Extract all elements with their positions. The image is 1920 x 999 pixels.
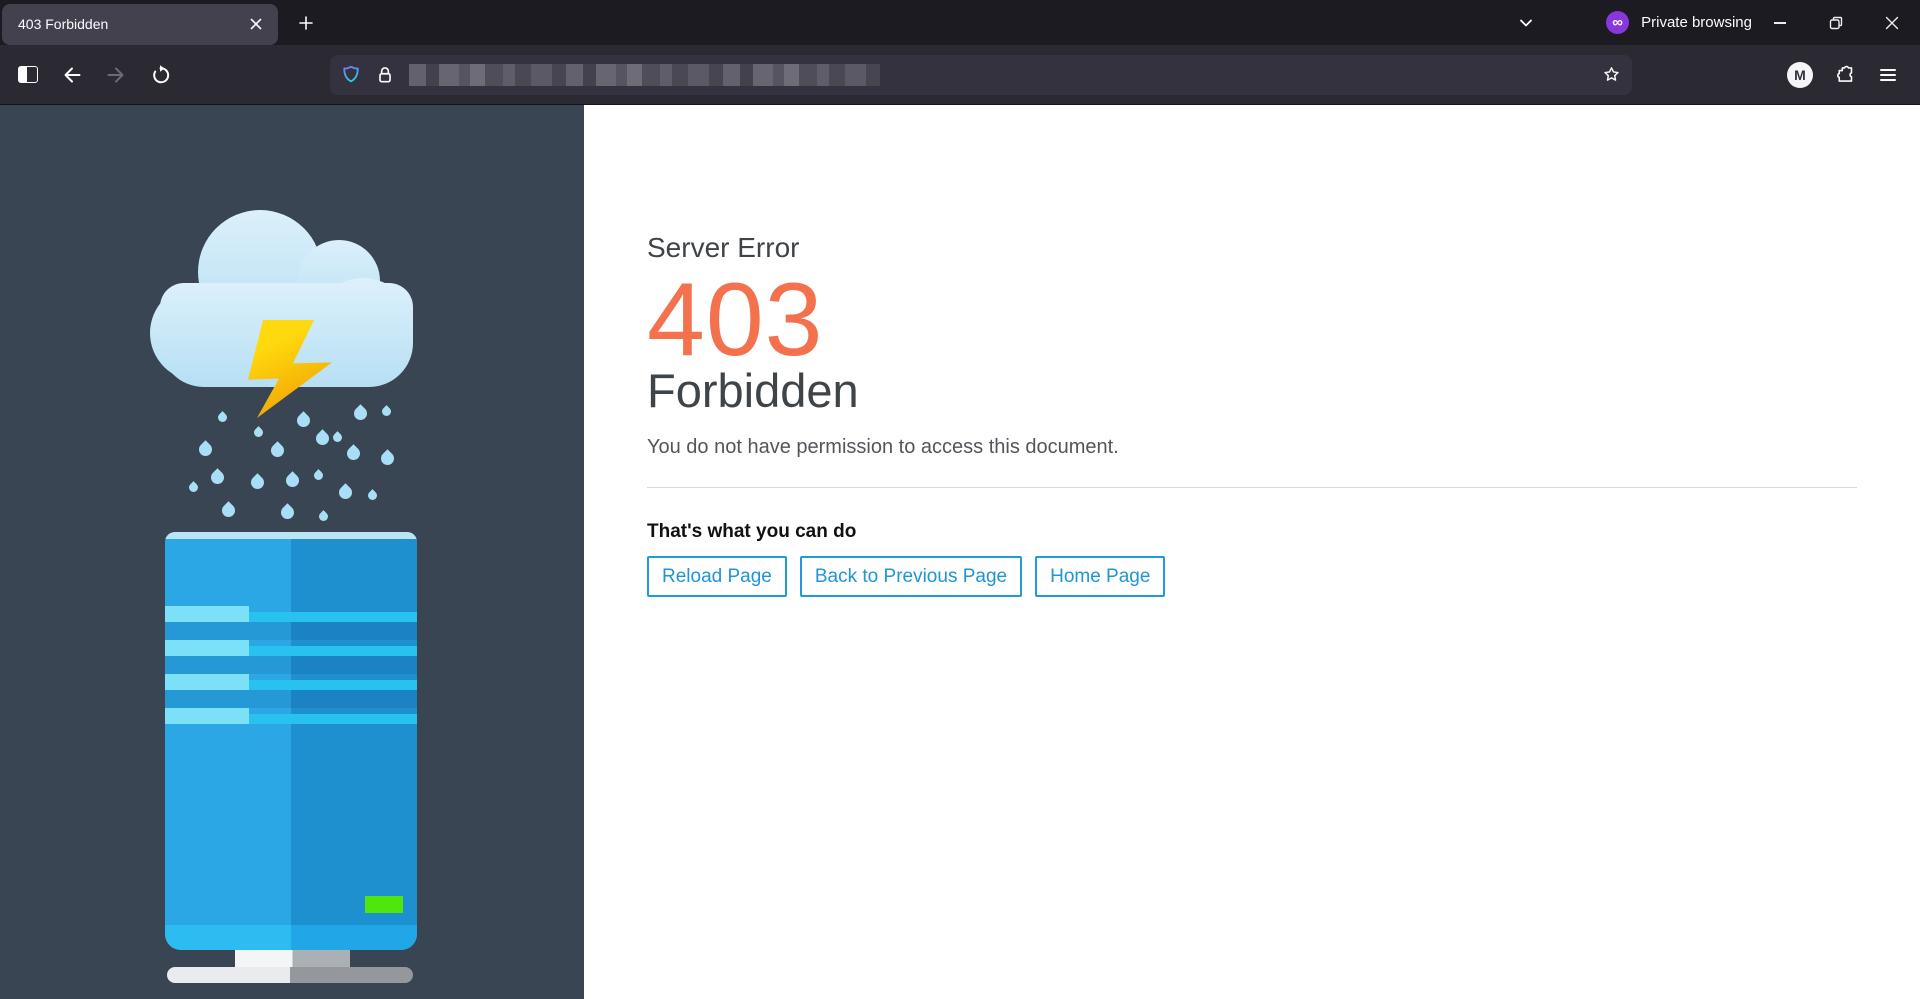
bookmark-star-button[interactable] xyxy=(1596,60,1626,90)
private-browsing-badge: ∞ Private browsing xyxy=(1606,11,1752,34)
server-pedestal xyxy=(235,950,350,967)
reload-page-button[interactable]: Reload Page xyxy=(647,556,787,597)
server-base xyxy=(167,967,413,983)
divider xyxy=(647,487,1857,488)
server-tower-illustration xyxy=(165,532,417,950)
redacted-url xyxy=(409,64,895,86)
actions-heading: That's what you can do xyxy=(647,521,1857,543)
hamburger-icon xyxy=(1880,69,1896,81)
error-code: 403 xyxy=(647,268,1857,372)
extensions-button[interactable] xyxy=(1826,57,1862,93)
chevron-down-icon xyxy=(1518,15,1534,31)
tab-title: 403 Forbidden xyxy=(18,16,244,32)
tab-bar: 403 Forbidden ∞ Private browsing xyxy=(0,0,1920,45)
private-browsing-label: Private browsing xyxy=(1641,14,1752,31)
error-message: You do not have permission to access thi… xyxy=(647,433,1857,461)
error-illustration-panel xyxy=(0,105,584,999)
minimize-button[interactable] xyxy=(1752,0,1808,45)
error-content: Server Error 403 Forbidden You do not ha… xyxy=(584,105,1920,999)
puzzle-piece-icon xyxy=(1834,64,1855,85)
forward-arrow-icon xyxy=(105,64,127,86)
menu-button[interactable] xyxy=(1870,57,1906,93)
private-browsing-mask-icon: ∞ xyxy=(1606,11,1629,34)
list-all-tabs-button[interactable] xyxy=(1510,7,1542,39)
reload-button[interactable] xyxy=(142,57,178,93)
forward-button[interactable] xyxy=(98,57,134,93)
back-to-previous-page-button[interactable]: Back to Previous Page xyxy=(800,556,1022,597)
server-led-indicator xyxy=(365,896,403,913)
close-icon xyxy=(1885,16,1899,30)
sidebar-icon xyxy=(18,66,38,83)
error-category: Server Error xyxy=(647,232,1857,264)
home-page-button[interactable]: Home Page xyxy=(1035,556,1165,597)
sidebar-toggle-button[interactable] xyxy=(10,57,46,93)
action-buttons: Reload Page Back to Previous Page Home P… xyxy=(647,556,1857,597)
new-tab-button[interactable] xyxy=(290,7,322,39)
page-viewport: Server Error 403 Forbidden You do not ha… xyxy=(0,105,1920,999)
tracking-protection-shield-icon[interactable] xyxy=(340,64,362,86)
navigation-toolbar: M xyxy=(0,45,1920,105)
tab-403-forbidden[interactable]: 403 Forbidden xyxy=(2,4,278,45)
account-button[interactable]: M xyxy=(1782,57,1818,93)
back-arrow-icon xyxy=(61,64,83,86)
url-bar[interactable] xyxy=(330,55,1632,95)
back-button[interactable] xyxy=(54,57,90,93)
restore-button[interactable] xyxy=(1808,0,1864,45)
reload-icon xyxy=(149,64,171,86)
plus-icon xyxy=(299,16,313,30)
restore-icon xyxy=(1829,16,1843,30)
error-title: Forbidden xyxy=(647,364,1857,418)
tab-close-icon[interactable] xyxy=(244,12,268,36)
star-icon xyxy=(1602,65,1621,84)
close-window-button[interactable] xyxy=(1864,0,1920,45)
profile-avatar: M xyxy=(1787,62,1813,88)
lock-icon[interactable] xyxy=(375,65,395,85)
